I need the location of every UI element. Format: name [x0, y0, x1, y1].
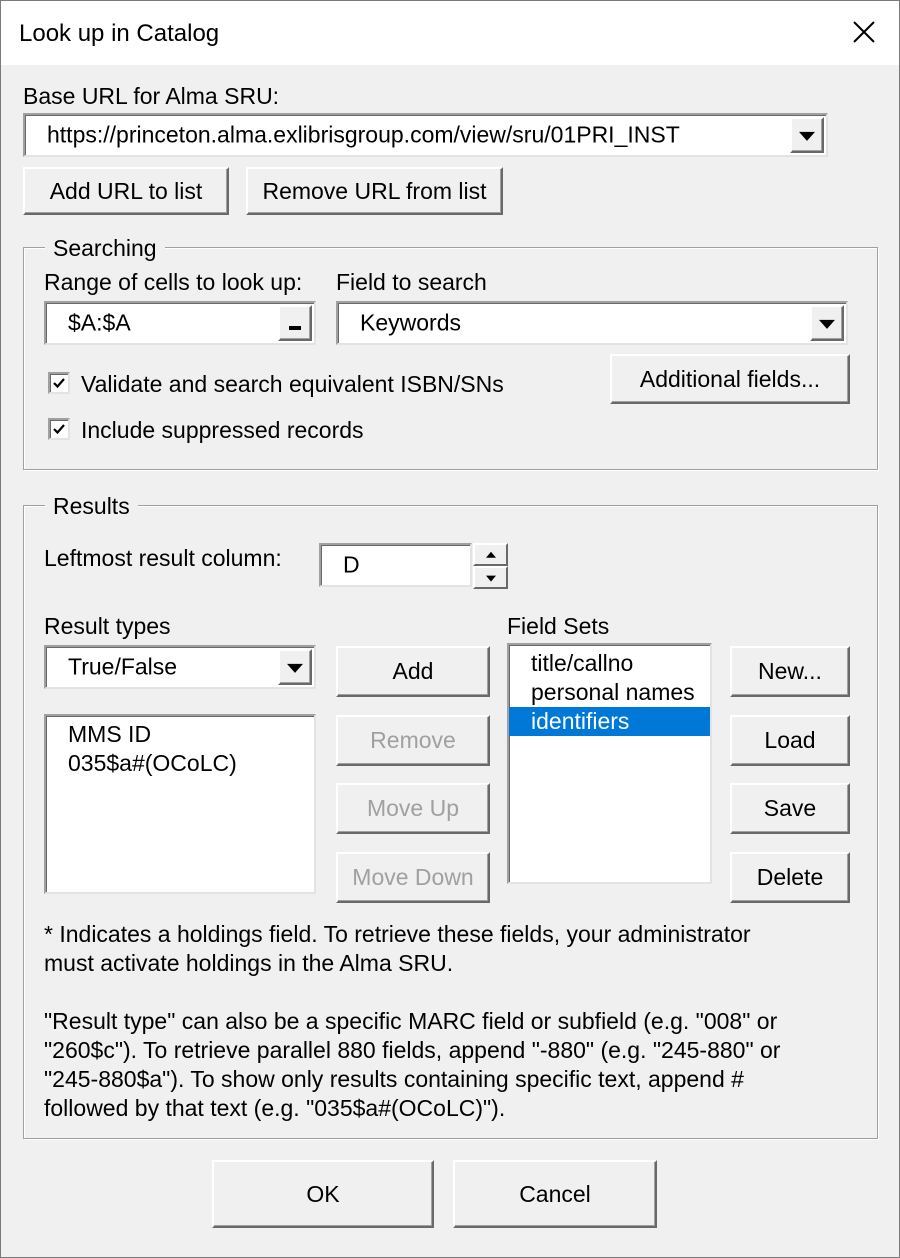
base-url-value: https://princeton.alma.exlibrisgroup.com… [47, 121, 680, 148]
checkmark-icon [53, 424, 65, 435]
field-set-item-selected[interactable]: identifiers [509, 707, 710, 736]
cancel-button[interactable]: Cancel [453, 1160, 657, 1228]
lookup-dialog: Look up in Catalog Base URL for Alma SRU… [0, 0, 900, 1258]
move-up-button[interactable]: Move Up [336, 783, 490, 834]
result-type-note-line: followed by that text (e.g. "035$a#(OCoL… [44, 1095, 506, 1121]
results-group-label: Results [45, 493, 138, 520]
additional-fields-button[interactable]: Additional fields... [610, 354, 850, 404]
remove-url-button[interactable]: Remove URL from list [246, 167, 503, 215]
chevron-down-icon [485, 575, 496, 582]
remove-result-button[interactable]: Remove [336, 715, 490, 766]
base-url-dropdown-button[interactable] [790, 117, 824, 153]
field-sets-label: Field Sets [507, 613, 610, 639]
spin-up-button[interactable] [473, 543, 508, 566]
searching-group-label: Searching [45, 235, 165, 262]
spin-down-button[interactable] [473, 566, 508, 589]
field-set-item[interactable]: personal names [509, 678, 710, 707]
validate-checkbox[interactable] [48, 372, 70, 394]
delete-field-set-button[interactable]: Delete [730, 852, 850, 903]
holdings-note-line: * Indicates a holdings field. To retriev… [44, 921, 751, 947]
load-field-set-button[interactable]: Load [730, 715, 850, 766]
field-sets-listbox[interactable]: title/callno personal names identifiers [507, 643, 712, 884]
result-type-value: True/False [68, 653, 178, 680]
new-field-set-button[interactable]: New... [730, 646, 850, 697]
collapse-icon [289, 326, 301, 331]
save-field-set-button[interactable]: Save [730, 783, 850, 834]
add-url-button[interactable]: Add URL to list [23, 167, 229, 215]
suppressed-checkbox[interactable] [48, 418, 70, 440]
range-input[interactable]: $A:$A [44, 301, 316, 345]
suppressed-label[interactable]: Include suppressed records [81, 417, 364, 444]
list-item[interactable]: 035$a#(OCoLC) [46, 749, 314, 778]
title-bar: Look up in Catalog [1, 1, 899, 65]
chevron-down-icon [819, 319, 835, 329]
result-types-listbox[interactable]: MMS ID 035$a#(OCoLC) [44, 714, 316, 894]
ok-button[interactable]: OK [212, 1160, 434, 1228]
window-title: Look up in Catalog [19, 20, 220, 47]
result-types-label: Result types [44, 613, 171, 639]
result-type-note-line: "260$c"). To retrieve parallel 880 field… [44, 1037, 781, 1063]
range-select-button[interactable] [278, 305, 312, 341]
leftmost-column-input[interactable]: D [319, 543, 472, 587]
checkmark-icon [53, 378, 65, 389]
range-value: $A:$A [68, 309, 131, 336]
holdings-note: * Indicates a holdings field. To retriev… [44, 920, 854, 978]
field-set-item[interactable]: title/callno [509, 649, 710, 678]
add-result-button[interactable]: Add [336, 646, 490, 697]
result-type-note: "Result type" can also be a specific MAR… [44, 1007, 854, 1123]
chevron-down-icon [799, 131, 815, 141]
field-to-search-label: Field to search [336, 269, 487, 295]
result-type-note-line: "245-880$a"). To show only results conta… [44, 1066, 744, 1092]
base-url-combobox[interactable]: https://princeton.alma.exlibrisgroup.com… [23, 113, 828, 157]
close-button[interactable] [829, 1, 899, 65]
chevron-down-icon [287, 663, 303, 673]
field-to-search-value: Keywords [360, 309, 461, 336]
leftmost-column-label: Leftmost result column: [44, 545, 282, 571]
result-type-dropdown-button[interactable] [278, 649, 312, 685]
validate-label[interactable]: Validate and search equivalent ISBN/SNs [81, 371, 504, 398]
result-type-note-line: "Result type" can also be a specific MAR… [44, 1008, 778, 1034]
chevron-up-icon [485, 551, 496, 558]
move-down-button[interactable]: Move Down [336, 852, 490, 903]
close-icon [853, 21, 875, 43]
field-to-search-combobox[interactable]: Keywords [336, 301, 848, 345]
result-type-combobox[interactable]: True/False [44, 645, 316, 689]
list-item[interactable]: MMS ID [46, 720, 314, 749]
leftmost-column-value: D [343, 551, 360, 578]
base-url-label: Base URL for Alma SRU: [23, 83, 280, 109]
field-to-search-dropdown-button[interactable] [810, 305, 844, 341]
range-label: Range of cells to look up: [44, 269, 303, 295]
holdings-note-line: must activate holdings in the Alma SRU. [44, 950, 454, 976]
